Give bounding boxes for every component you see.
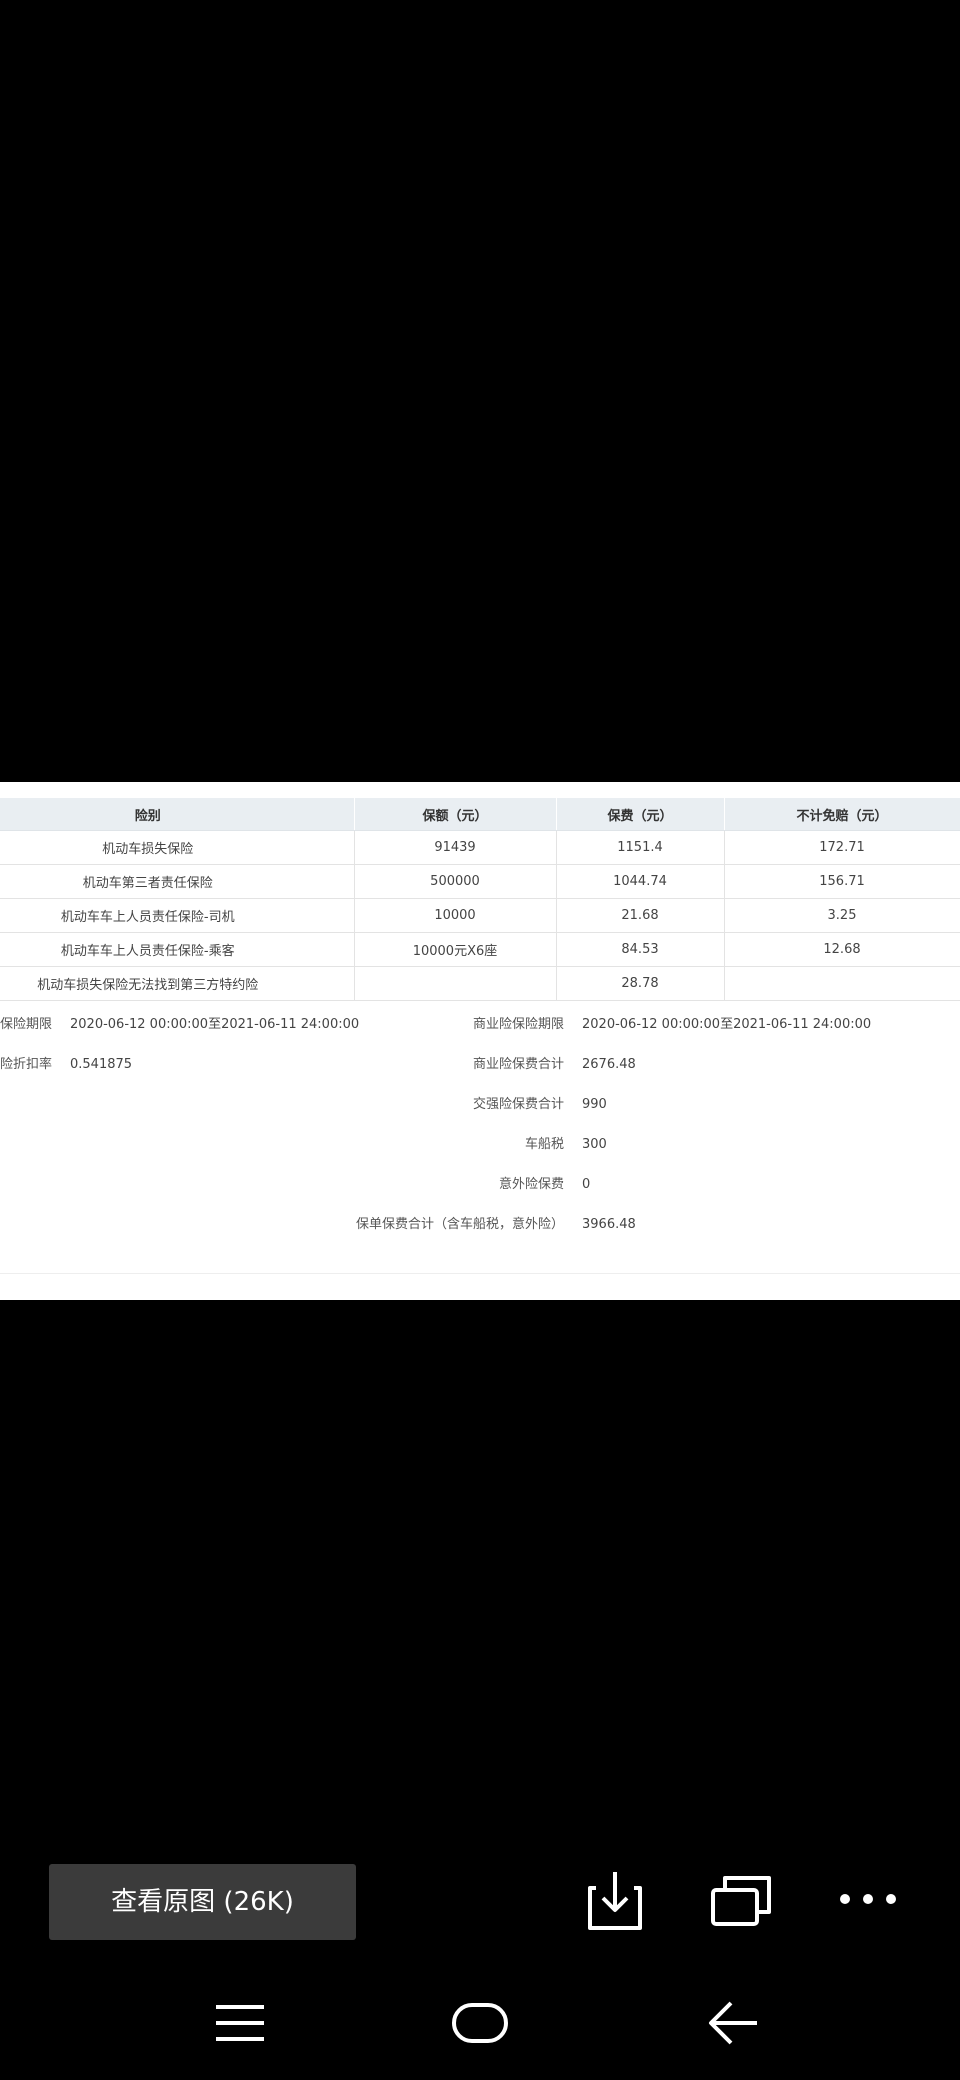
info-label: 商业险保险期限: [0, 1017, 52, 1032]
commercial-discount-rate: 商业险折扣率 0.541875: [0, 1053, 132, 1077]
section-divider: [0, 1273, 960, 1274]
policy-summary: 商业险保险期限 2020-06-12 00:00:00至2021-06-11 24…: [0, 1001, 960, 1300]
image-viewer: 险别 保额（元） 保费（元） 不计免赔（元） 机动车损失保险 91439 115…: [0, 0, 960, 2080]
info-label: 保单保费合计（含车船税，意外险）: [355, 1217, 564, 1232]
multi-window-icon[interactable]: [707, 1866, 777, 1936]
menu-icon[interactable]: [200, 1983, 280, 2063]
cell-deductible-waiver: 3.25: [724, 898, 960, 933]
info-label: 交强险保费合计: [472, 1097, 564, 1112]
commercial-period-right: 商业险保险期限 2020-06-12 00:00:00至2021-06-11 24…: [164, 1013, 871, 1037]
info-value: 3966.48: [582, 1217, 636, 1232]
table-row: 机动车损失保险无法找到第三方特约险 28.78: [0, 966, 960, 1001]
header-coverage-type: 险别: [0, 798, 355, 831]
info-label: 车船税: [524, 1137, 564, 1152]
info-label: 商业险折扣率: [0, 1057, 52, 1072]
home-icon[interactable]: [440, 1983, 520, 2063]
cell-coverage-amount: 91439: [354, 830, 557, 865]
insurance-document: 险别 保额（元） 保费（元） 不计免赔（元） 机动车损失保险 91439 115…: [0, 798, 960, 1300]
cell-premium: 21.68: [556, 898, 725, 933]
info-label: 商业险保费合计: [472, 1057, 564, 1072]
policy-premium-total: 保单保费合计（含车船税，意外险） 3966.48: [164, 1213, 636, 1237]
back-icon[interactable]: [693, 1983, 773, 2063]
cell-deductible-waiver: 12.68: [724, 932, 960, 967]
info-value: 0: [582, 1177, 591, 1192]
more-icon[interactable]: [834, 1866, 904, 1936]
download-icon[interactable]: [582, 1866, 652, 1936]
info-value: 300: [582, 1137, 607, 1152]
vehicle-vessel-tax: 车船税 300: [164, 1133, 607, 1157]
cell-deductible-waiver: 172.71: [724, 830, 960, 865]
accident-insurance-premium: 意外险保费 0: [164, 1173, 590, 1197]
cell-coverage-amount: [354, 966, 557, 1001]
cell-premium: 28.78: [556, 966, 725, 1001]
cell-coverage-type: 机动车损失保险: [0, 830, 355, 865]
table-row: 机动车车上人员责任保险-乘客 10000元X6座 84.53 12.68: [0, 932, 960, 967]
table-row: 机动车车上人员责任保险-司机 10000 21.68 3.25: [0, 898, 960, 933]
cell-deductible-waiver: 156.71: [724, 864, 960, 899]
cell-coverage-type: 机动车损失保险无法找到第三方特约险: [0, 966, 355, 1001]
info-value: 0.541875: [70, 1057, 133, 1072]
compulsory-premium-total: 交强险保费合计 990: [164, 1093, 607, 1117]
info-label: 意外险保费: [498, 1177, 564, 1192]
cell-premium: 84.53: [556, 932, 725, 967]
image-content[interactable]: 险别 保额（元） 保费（元） 不计免赔（元） 机动车损失保险 91439 115…: [0, 782, 960, 1300]
cell-deductible-waiver: [724, 966, 960, 1001]
header-coverage-amount: 保额（元）: [354, 798, 557, 831]
view-original-button[interactable]: 查看原图 (26K): [49, 1864, 356, 1940]
table-row: 机动车损失保险 91439 1151.4 172.71: [0, 830, 960, 865]
cell-premium: 1151.4: [556, 830, 725, 865]
header-deductible-waiver: 不计免赔（元）: [724, 798, 960, 831]
table-header-row: 险别 保额（元） 保费（元） 不计免赔（元）: [0, 798, 960, 831]
cell-coverage-type: 机动车车上人员责任保险-司机: [0, 898, 355, 933]
info-value: 2020-06-12 00:00:00至2021-06-11 24:00:00: [582, 1017, 872, 1032]
cell-coverage-amount: 500000: [354, 864, 557, 899]
cell-coverage-type: 机动车第三者责任保险: [0, 864, 355, 899]
premium-table: 险别 保额（元） 保费（元） 不计免赔（元） 机动车损失保险 91439 115…: [0, 798, 960, 1001]
table-row: 机动车第三者责任保险 500000 1044.74 156.71: [0, 864, 960, 899]
cell-premium: 1044.74: [556, 864, 725, 899]
info-value: 2676.48: [582, 1057, 636, 1072]
cell-coverage-type: 机动车车上人员责任保险-乘客: [0, 932, 355, 967]
header-premium: 保费（元）: [556, 798, 725, 831]
info-label: 商业险保险期限: [472, 1017, 564, 1032]
commercial-premium-total: 商业险保费合计 2676.48: [164, 1053, 636, 1077]
cell-coverage-amount: 10000元X6座: [354, 932, 557, 967]
cell-coverage-amount: 10000: [354, 898, 557, 933]
info-value: 990: [582, 1097, 607, 1112]
